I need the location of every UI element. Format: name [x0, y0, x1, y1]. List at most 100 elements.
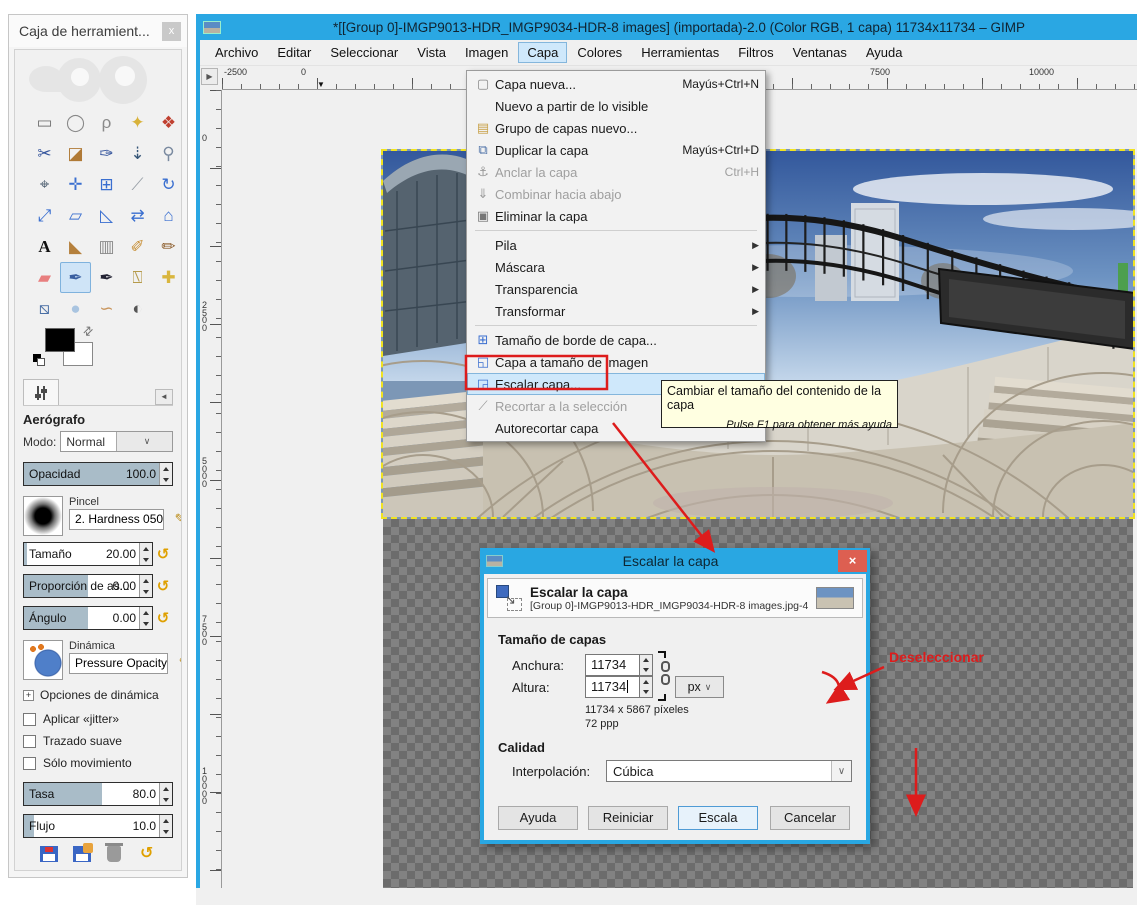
menu-capa[interactable]: Capa [518, 42, 567, 63]
menu-item[interactable]: ▣Eliminar la capa [467, 205, 765, 227]
dialog-close-icon[interactable]: × [838, 550, 867, 572]
smudge-tool-icon[interactable]: ∽ [91, 293, 122, 324]
menu-vista[interactable]: Vista [408, 42, 455, 63]
checkbox[interactable] [23, 735, 36, 748]
dodge-burn-tool-icon[interactable]: ◐ [122, 293, 153, 324]
menu-seleccionar[interactable]: Seleccionar [321, 42, 407, 63]
height-input[interactable]: 11734 [585, 676, 640, 698]
color-area[interactable]: ⇄ [41, 326, 173, 375]
crop-tool-icon[interactable]: ⟋ [122, 169, 153, 200]
tamano-slider[interactable]: Tamaño20.00 [23, 542, 153, 566]
delete-options-icon[interactable] [107, 846, 121, 862]
spinner-buttons[interactable] [139, 575, 152, 597]
menu-item[interactable]: Nuevo a partir de lo visible [467, 95, 765, 117]
menu-editar[interactable]: Editar [268, 42, 320, 63]
rotate-tool-icon[interactable]: ↻ [153, 169, 182, 200]
help-button[interactable]: Ayuda [498, 806, 578, 830]
airbrush-tool-icon[interactable]: ✒ [60, 262, 91, 293]
height-spinner[interactable] [640, 676, 653, 698]
width-spinner[interactable] [640, 654, 653, 676]
menu-colores[interactable]: Colores [568, 42, 631, 63]
menu-archivo[interactable]: Archivo [206, 42, 267, 63]
paintbrush-tool-icon[interactable]: ✏ [153, 231, 182, 262]
ruler-corner-button[interactable]: ▶ [201, 68, 218, 85]
unit-dropdown[interactable]: px ∨ [675, 676, 724, 698]
brush-preview[interactable] [23, 496, 63, 536]
spinner-buttons[interactable] [139, 607, 152, 629]
angulo-slider[interactable]: Ángulo0.00 [23, 606, 153, 630]
menu-ventanas[interactable]: Ventanas [784, 42, 856, 63]
tab-tool-options[interactable] [23, 379, 59, 405]
checkbox[interactable] [23, 757, 36, 770]
perspective-clone-tool-icon[interactable]: ⧅ [29, 293, 60, 324]
menu-item[interactable]: ⊞Tamaño de borde de capa... [467, 329, 765, 351]
brush-name-field[interactable]: 2. Hardness 050 [69, 509, 164, 530]
menu-item[interactable]: ▤Grupo de capas nuevo... [467, 117, 765, 139]
text-tool-icon[interactable]: A [29, 231, 60, 262]
select-by-color-tool-icon[interactable]: ❖ [153, 107, 182, 138]
spinner-buttons[interactable] [159, 783, 172, 805]
menu-ayuda[interactable]: Ayuda [857, 42, 912, 63]
color-picker-tool-icon[interactable]: ⇣ [122, 138, 153, 169]
menu-item[interactable]: Pila▶ [467, 234, 765, 256]
menu-item[interactable]: ▢Capa nueva...Mayús+Ctrl+N [467, 73, 765, 95]
dialog-titlebar[interactable]: Escalar la capa × [480, 548, 870, 574]
zoom-tool-icon[interactable]: ⚲ [153, 138, 182, 169]
menu-item[interactable]: ⧉Duplicar la capaMayús+Ctrl+D [467, 139, 765, 161]
save-options-icon[interactable] [40, 846, 58, 862]
reset-options-icon[interactable]: ↺ [138, 846, 156, 862]
perspective-tool-icon[interactable]: ◺ [91, 200, 122, 231]
foreground-color-swatch[interactable] [45, 328, 75, 352]
ellipse-select-tool-icon[interactable]: ◯ [60, 107, 91, 138]
opacidad-slider[interactable]: Opacidad100.0 [23, 462, 173, 486]
gradient-tool-icon[interactable]: ▥ [91, 231, 122, 262]
clone-tool-icon[interactable]: ⍂ [122, 262, 153, 293]
swap-colors-icon[interactable]: ⇄ [80, 322, 97, 339]
menu-item[interactable]: Máscara▶ [467, 256, 765, 278]
edit-brush-icon[interactable]: ✎ [168, 509, 182, 530]
menu-item[interactable]: ◱Capa a tamaño de imagen [467, 351, 765, 373]
measure-tool-icon[interactable]: ⌖ [29, 169, 60, 200]
eraser-tool-icon[interactable]: ▰ [29, 262, 60, 293]
tasa-slider[interactable]: Tasa80.0 [23, 782, 173, 806]
scale-button[interactable]: Escala [678, 806, 758, 830]
paths-tool-icon[interactable]: ✑ [91, 138, 122, 169]
chain-link-icon[interactable] [660, 664, 672, 686]
rect-select-tool-icon[interactable]: ▭ [29, 107, 60, 138]
reset-tamano-icon[interactable]: ↺ [153, 545, 173, 563]
collapse-arrow-icon[interactable]: ◄ [155, 389, 173, 405]
ink-tool-icon[interactable]: ✒ [91, 262, 122, 293]
scissors-select-tool-icon[interactable]: ✂ [29, 138, 60, 169]
vertical-ruler[interactable]: 025005000750010000 [200, 90, 222, 888]
toolbox-close-icon[interactable]: x [162, 22, 181, 41]
checkbox[interactable] [23, 713, 36, 726]
edit-dynamics-icon[interactable]: ✎ [172, 653, 182, 674]
foreground-select-tool-icon[interactable]: ◪ [60, 138, 91, 169]
align-tool-icon[interactable]: ⊞ [91, 169, 122, 200]
free-select-tool-icon[interactable]: ρ [91, 107, 122, 138]
toolbox-titlebar[interactable]: Caja de herramient... x [9, 15, 187, 47]
pencil-tool-icon[interactable]: ✐ [122, 231, 153, 262]
scale-tool-icon[interactable]: ⤢ [29, 200, 60, 231]
menu-filtros[interactable]: Filtros [729, 42, 782, 63]
menu-imagen[interactable]: Imagen [456, 42, 517, 63]
move-tool-icon[interactable]: ✛ [60, 169, 91, 200]
fuzzy-select-tool-icon[interactable]: ✦ [122, 107, 153, 138]
heal-tool-icon[interactable]: ✚ [153, 262, 182, 293]
interpolation-dropdown[interactable]: Cúbica ∨ [606, 760, 852, 782]
bucket-fill-tool-icon[interactable]: ◣ [60, 231, 91, 262]
reset-angulo-icon[interactable]: ↺ [153, 609, 173, 627]
blur-tool-icon[interactable]: ● [60, 293, 91, 324]
shear-tool-icon[interactable]: ▱ [60, 200, 91, 231]
spinner-buttons[interactable] [139, 543, 152, 565]
dynamics-options-expander[interactable]: + Opciones de dinámica [23, 688, 173, 702]
proporcion-slider[interactable]: Proporción de as...0.00 [23, 574, 153, 598]
menu-herramientas[interactable]: Herramientas [632, 42, 728, 63]
spinner-buttons[interactable] [159, 815, 172, 837]
spinner-buttons[interactable] [159, 463, 172, 485]
mode-select[interactable]: Normal ∨ [60, 431, 173, 452]
reset-proporcion-icon[interactable]: ↺ [153, 577, 173, 595]
dynamics-name-field[interactable]: Pressure Opacity [69, 653, 168, 674]
cancel-button[interactable]: Cancelar [770, 806, 850, 830]
flujo-slider[interactable]: Flujo10.0 [23, 814, 173, 838]
